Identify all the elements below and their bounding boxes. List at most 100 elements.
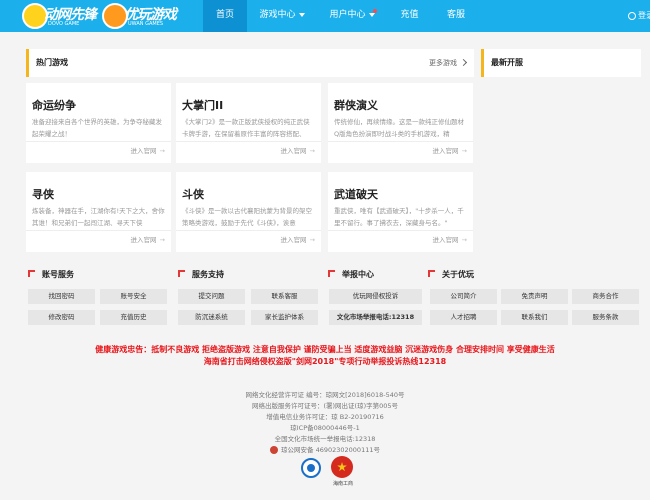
report-center-heading: 举报中心 xyxy=(328,269,374,280)
nav-game-center[interactable]: 游戏中心 xyxy=(247,0,317,32)
arrow-right-icon: → xyxy=(461,147,467,155)
official-site-label: 进入官网 xyxy=(280,236,307,244)
official-site-link[interactable]: 进入官网 → xyxy=(433,145,467,155)
main-nav: 首页 游戏中心 用户中心 充值 客服 xyxy=(203,0,480,32)
nav-recharge-label: 充值 xyxy=(400,10,419,20)
game-description: 《斗侠》是一款以古代襄阳抗蒙为背景的架空策略类游戏，鼓励于先代《斗侠》，诶意 xyxy=(182,207,312,227)
login-label: 登录 xyxy=(638,11,650,20)
disclaimer-button[interactable]: 免责声明 xyxy=(501,289,568,304)
license-line: 全国文化市场统一举报电话:12318 xyxy=(274,435,376,443)
official-site-label: 进入官网 xyxy=(432,236,459,244)
careers-button[interactable]: 人才招聘 xyxy=(430,310,497,325)
about-uwan-heading: 关于优玩 xyxy=(428,269,474,280)
about-uwan-title: 关于优玩 xyxy=(442,270,474,279)
official-site-link[interactable]: 进入官网 → xyxy=(131,234,165,244)
nav-support[interactable]: 客服 xyxy=(432,0,480,32)
game-card[interactable]: 武道破天 重武侠，唯有【武道破天】，"十步杀一人，千里不留行。事了拂衣去，深藏身… xyxy=(328,172,473,252)
contact-support-button[interactable]: 联系客服 xyxy=(251,289,318,304)
account-services-title: 账号服务 xyxy=(42,270,74,279)
contact-us-button[interactable]: 联系我们 xyxy=(501,310,568,325)
divider xyxy=(328,230,473,231)
corner-mark-icon xyxy=(28,270,35,277)
nav-recharge[interactable]: 充值 xyxy=(387,0,432,32)
nav-support-label: 客服 xyxy=(446,10,465,20)
report-hotline-button[interactable]: 文化市场举报电话:12318 xyxy=(329,310,422,325)
police-badge-icon xyxy=(270,446,279,454)
arrow-right-icon: → xyxy=(159,147,165,155)
license-line: 网络文化经营许可证 编号：琼网文[2018]6018-540号 xyxy=(245,391,405,399)
report-center-title: 举报中心 xyxy=(342,270,374,279)
more-games-link[interactable]: 更多游戏 xyxy=(429,58,468,68)
game-description: 炼装备，神器在手，江湖你有!天下之大，舍你其谁！和兄弟们一起闯江湖、寻天下侠 xyxy=(32,207,165,227)
account-security-button[interactable]: 账号安全 xyxy=(100,289,167,304)
login-link[interactable]: 登录 xyxy=(628,0,650,32)
game-description: 准备迎接来自各个世界的英雄，为争夺秘藏发起荣耀之战！ xyxy=(32,118,162,138)
infringement-complaint-button[interactable]: 优玩网侵权投诉 xyxy=(329,289,422,304)
health-notice: 健康游戏忠告：抵制不良游戏 拒绝盗版游戏 注意自我保护 谨防受骗上当 适度游戏益… xyxy=(0,344,650,368)
uwan-logo-subtext: UWAN GAMES xyxy=(128,21,164,27)
service-support-heading: 服务支持 xyxy=(178,269,224,280)
arrow-right-icon: → xyxy=(309,236,315,244)
official-site-link[interactable]: 进入官网 → xyxy=(433,234,467,244)
game-name: 寻侠 xyxy=(32,188,54,201)
license-line: 网络出版服务许可证号：(署)网出证(琼)字第005号 xyxy=(251,402,399,410)
arrow-right-icon: → xyxy=(309,147,315,155)
nav-user-center[interactable]: 用户中心 xyxy=(317,0,387,32)
game-name: 武道破天 xyxy=(334,188,378,201)
game-card[interactable]: 命运纷争 准备迎接来自各个世界的英雄，为争夺秘藏发起荣耀之战！ 进入官网 → xyxy=(26,83,171,163)
corner-mark-icon xyxy=(178,270,185,277)
icp-line[interactable]: 琼ICP备08000446号-1 xyxy=(0,423,650,434)
official-site-label: 进入官网 xyxy=(432,147,459,155)
game-name: 命运纷争 xyxy=(32,99,76,112)
hot-games-header: 热门游戏 更多游戏 xyxy=(26,49,474,77)
game-description: 《大掌门2》是一款正版武侠授权的纯正武侠卡牌手游，在保留着原作丰富的阵容搭配、 xyxy=(182,118,310,138)
divider xyxy=(26,230,171,231)
hot-games-title: 热门游戏 xyxy=(36,58,68,67)
recharge-history-button[interactable]: 充值历史 xyxy=(100,310,167,325)
game-card[interactable]: 大掌门II 《大掌门2》是一款正版武侠授权的纯正武侠卡牌手游，在保留着原作丰富的… xyxy=(176,83,321,163)
new-servers-list xyxy=(481,80,641,250)
game-card[interactable]: 寻侠 炼装备，神器在手，江湖你有!天下之大，舍你其谁！和兄弟们一起闯江湖、寻天下… xyxy=(26,172,171,252)
nav-home[interactable]: 首页 xyxy=(203,0,247,32)
dovo-game-logo[interactable]: 动网先锋 DOVO GAME xyxy=(22,3,98,29)
company-intro-button[interactable]: 公司简介 xyxy=(430,289,497,304)
official-site-label: 进入官网 xyxy=(130,236,157,244)
official-site-label: 进入官网 xyxy=(280,147,307,155)
network-police-badge-icon[interactable] xyxy=(301,458,321,478)
nav-home-label: 首页 xyxy=(215,10,234,20)
uwan-games-logo[interactable]: 优玩游戏 UWAN GAMES xyxy=(102,3,194,29)
official-site-label: 进入官网 xyxy=(130,147,157,155)
divider xyxy=(176,141,321,142)
official-site-link[interactable]: 进入官网 → xyxy=(281,234,315,244)
police-record-text: 琼公网安备 46902302000111号 xyxy=(281,446,380,454)
official-site-link[interactable]: 进入官网 → xyxy=(131,145,165,155)
business-cooperation-button[interactable]: 商务合作 xyxy=(572,289,639,304)
corner-mark-icon xyxy=(428,270,435,277)
nav-game-center-label: 游戏中心 xyxy=(259,10,296,20)
corner-mark-icon xyxy=(328,270,335,277)
business-registration-badge-icon[interactable] xyxy=(331,456,353,478)
police-record-line[interactable]: 琼公网安备 46902302000111号 xyxy=(0,445,650,456)
game-card[interactable]: 斗侠 《斗侠》是一款以古代襄阳抗蒙为背景的架空策略类游戏，鼓励于先代《斗侠》，诶… xyxy=(176,172,321,252)
terms-of-service-button[interactable]: 服务条款 xyxy=(572,310,639,325)
arrow-right-icon: → xyxy=(159,236,165,244)
footer-licenses: 网络文化经营许可证 编号：琼网文[2018]6018-540号 网络出版服务许可… xyxy=(0,390,650,456)
divider xyxy=(26,141,171,142)
anti-addiction-button[interactable]: 防沉迷系统 xyxy=(178,310,245,325)
top-navigation-bar: 动网先锋 DOVO GAME 优玩游戏 UWAN GAMES 首页 游戏中心 用… xyxy=(0,0,650,32)
recover-password-button[interactable]: 找回密码 xyxy=(28,289,95,304)
chevron-down-icon xyxy=(298,12,305,17)
submit-issue-button[interactable]: 提交问题 xyxy=(178,289,245,304)
game-description: 重武侠，唯有【武道破天】，"十步杀一人，千里不留行。事了拂衣去，深藏身与名。" xyxy=(334,207,464,227)
divider xyxy=(328,141,473,142)
game-name: 群侠演义 xyxy=(334,99,378,112)
nav-user-center-label: 用户中心 xyxy=(329,10,366,20)
official-site-link[interactable]: 进入官网 → xyxy=(281,145,315,155)
new-servers-title: 最新开服 xyxy=(491,58,523,67)
game-name: 斗侠 xyxy=(182,188,204,201)
health-notice-line: 健康游戏忠告：抵制不良游戏 拒绝盗版游戏 注意自我保护 谨防受骗上当 适度游戏益… xyxy=(95,345,555,354)
parental-guardian-button[interactable]: 家长监护体系 xyxy=(251,310,318,325)
change-password-button[interactable]: 修改密码 xyxy=(28,310,95,325)
divider xyxy=(176,230,321,231)
game-card[interactable]: 群侠演义 传统修仙，再续情缘。这是一款纯正修仙题材Q版角色扮演即时战斗类的手机游… xyxy=(328,83,473,163)
